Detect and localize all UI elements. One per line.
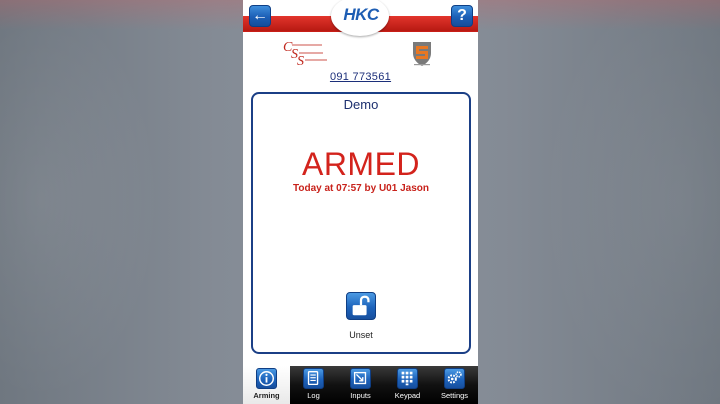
installer-logo: C S S xyxy=(283,40,329,69)
tab-label: Settings xyxy=(440,391,469,400)
log-icon xyxy=(303,368,324,389)
tab-log[interactable]: Log xyxy=(290,366,337,404)
tab-label: Keypad xyxy=(394,391,421,400)
tab-label: Log xyxy=(307,391,320,400)
arm-status: ARMED xyxy=(301,146,421,182)
tab-label: Arming xyxy=(253,391,280,400)
tab-inputs[interactable]: Inputs xyxy=(337,366,384,404)
back-arrow-icon: ← xyxy=(252,7,268,24)
panel-status-card: Demo ARMED Today at 07:57 by U01 Jason U… xyxy=(251,92,471,354)
arm-status-detail: Today at 07:57 by U01 Jason xyxy=(293,183,429,194)
shield-logo xyxy=(413,42,431,66)
back-button[interactable]: ← xyxy=(249,5,271,27)
installer-logo-fine-print xyxy=(305,59,327,61)
tab-arming[interactable]: Arming xyxy=(243,366,290,404)
tab-label: Inputs xyxy=(350,391,371,400)
app-screen: ← HKC ? C S S 091 773561 Demo ARMED Toda… xyxy=(243,0,478,404)
inputs-icon xyxy=(350,368,371,389)
tab-bar: Arming Log Inputs Keypad Settings xyxy=(243,366,478,404)
settings-icon xyxy=(444,368,465,389)
hkc-logo: HKC xyxy=(343,5,379,24)
unset-label: Unset xyxy=(349,330,373,340)
installer-phone-link[interactable]: 091 773561 xyxy=(243,71,478,83)
keypad-icon xyxy=(397,368,418,389)
installer-logo-fine-print xyxy=(299,52,323,54)
panel-name: Demo xyxy=(343,97,379,112)
unset-button[interactable] xyxy=(346,292,376,320)
unlock-icon xyxy=(352,295,370,316)
tab-settings[interactable]: Settings xyxy=(431,366,478,404)
help-button[interactable]: ? xyxy=(451,5,473,27)
question-mark-icon: ? xyxy=(457,7,467,24)
installer-logo-fine-print xyxy=(292,44,322,46)
tab-keypad[interactable]: Keypad xyxy=(384,366,431,404)
info-icon xyxy=(256,368,277,389)
installer-logo-letter: S xyxy=(297,54,304,69)
